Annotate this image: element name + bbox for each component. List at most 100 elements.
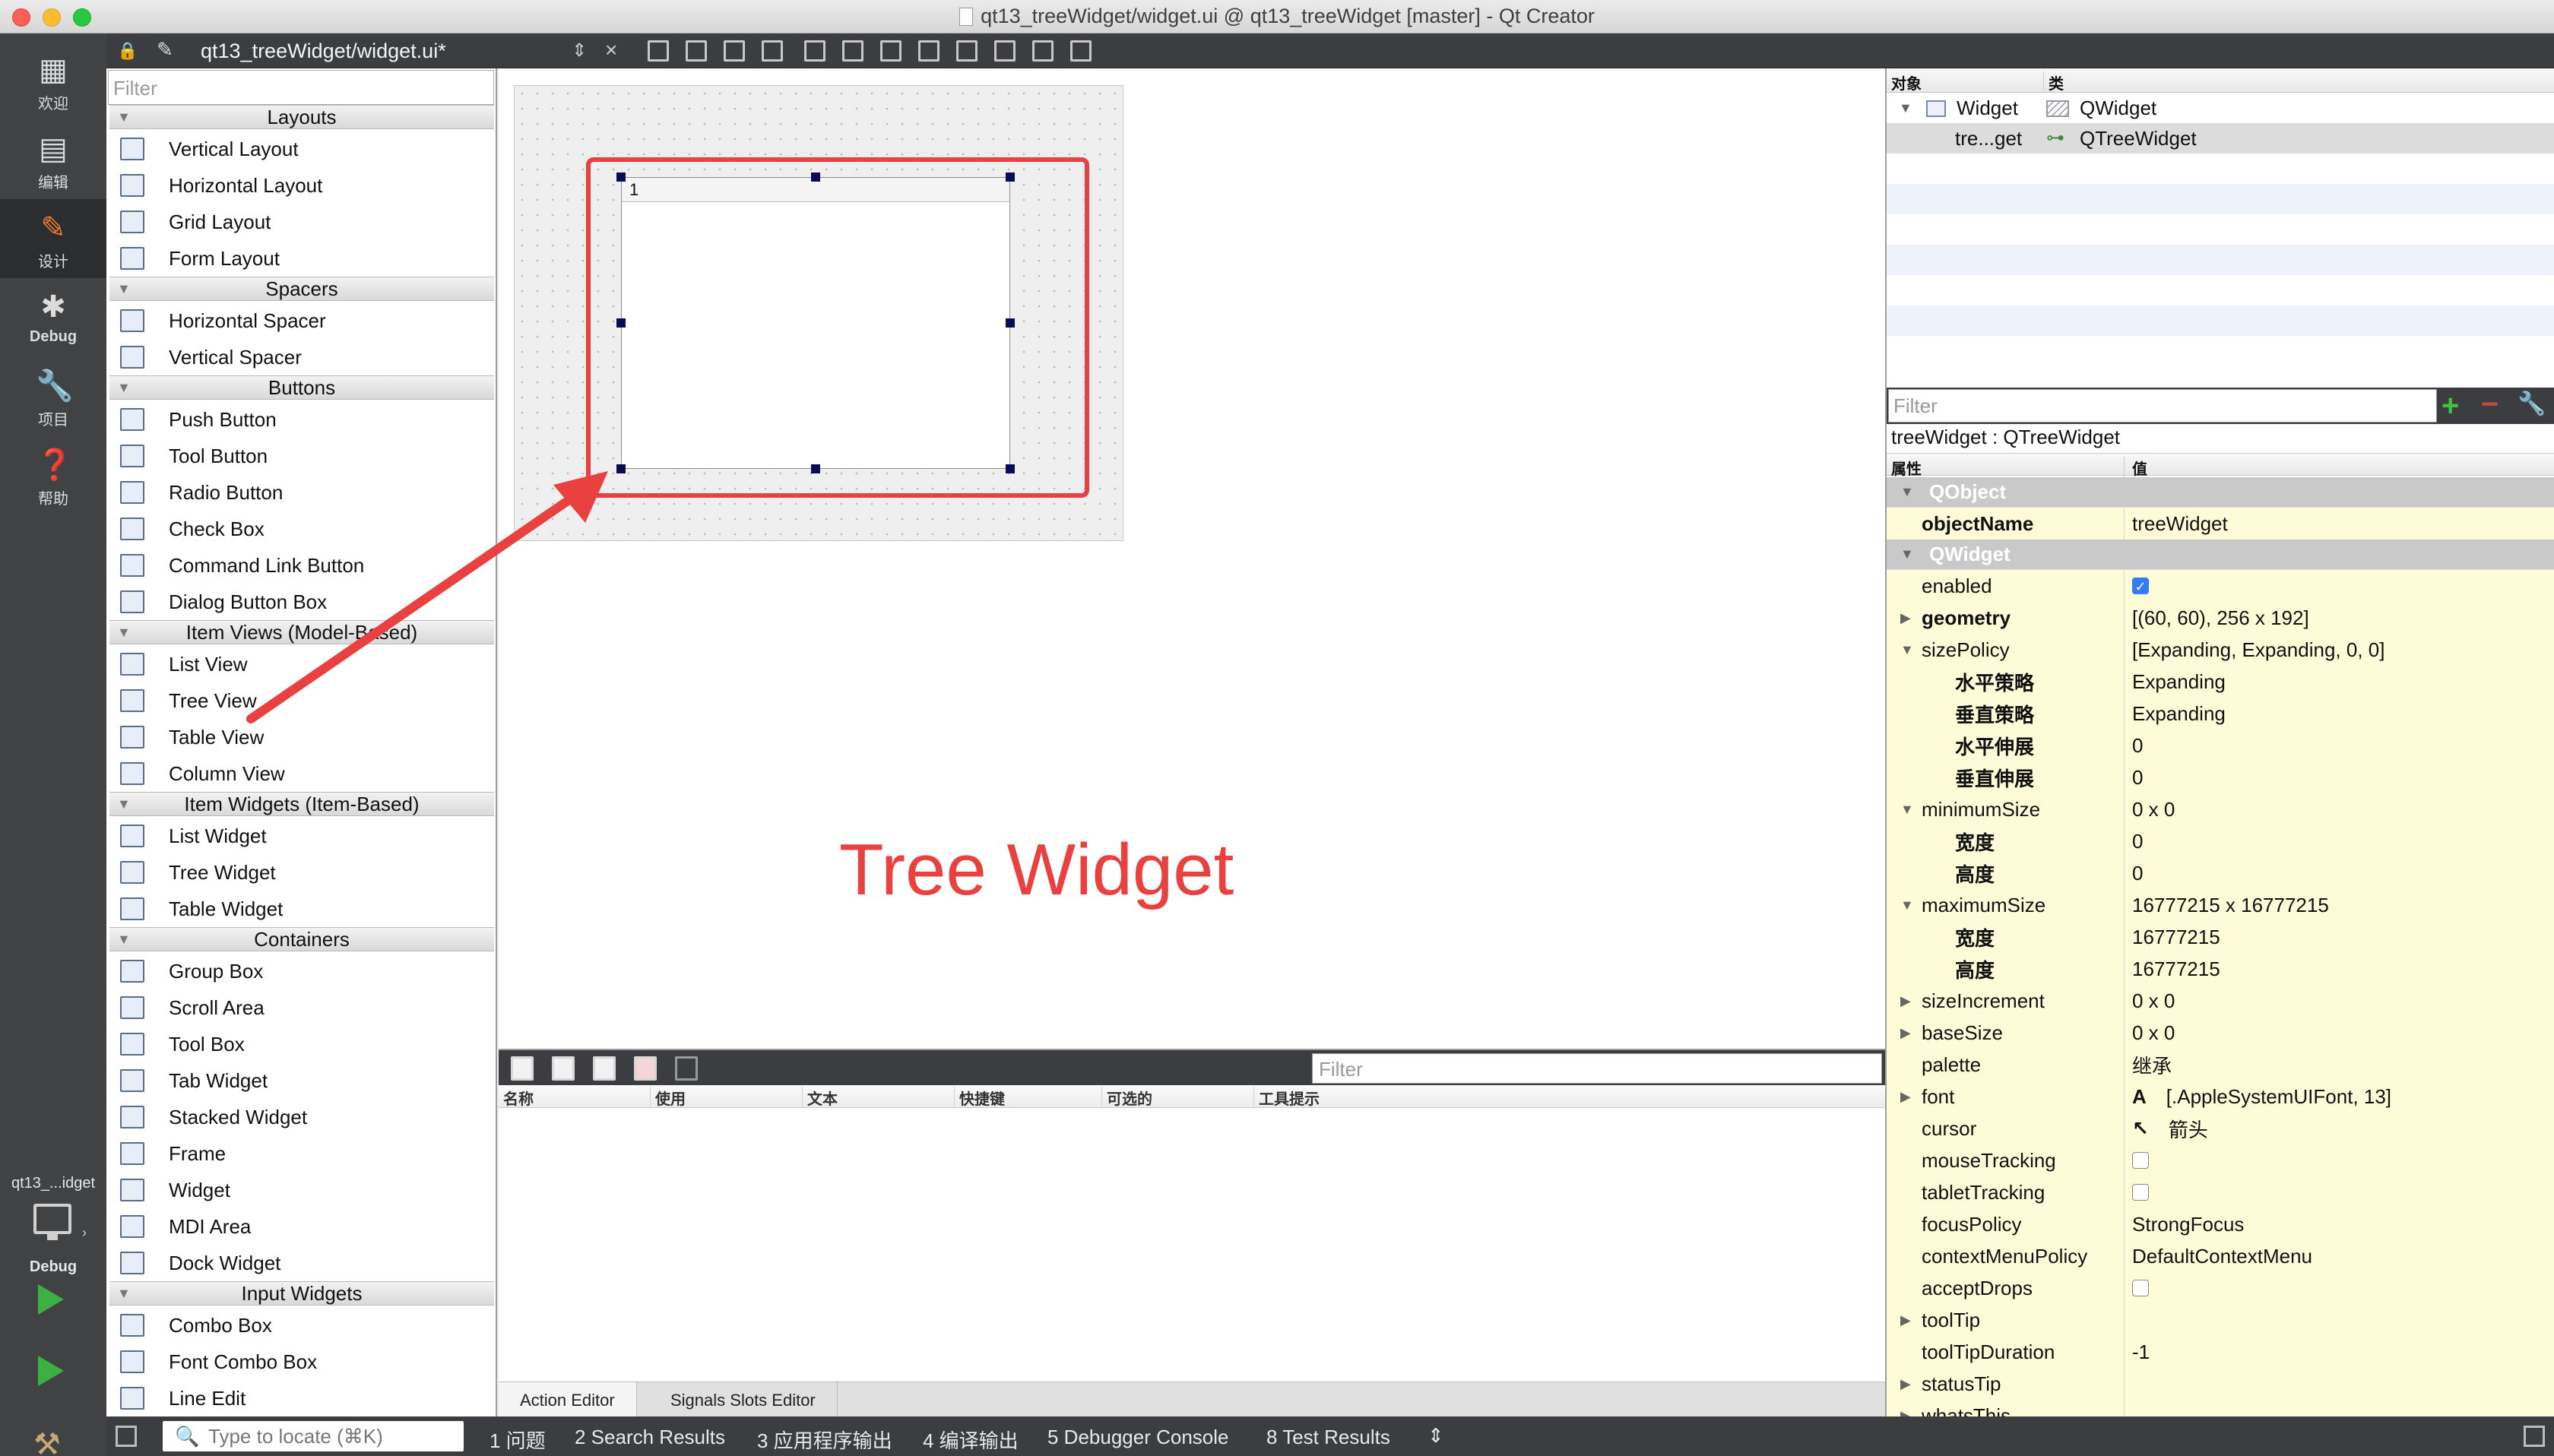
property-row[interactable]: 垂直策略 Expanding xyxy=(1887,698,2554,730)
collapse-arrow-icon[interactable]: ▼ xyxy=(117,277,131,300)
break-layout-icon[interactable] xyxy=(1032,40,1054,62)
property-value[interactable]: [Expanding, Expanding, 0, 0] xyxy=(2124,634,2554,666)
edit-signals-slots-icon[interactable] xyxy=(686,40,707,62)
locator-input[interactable]: 🔍 Type to locate (⌘K) xyxy=(163,1421,464,1451)
form-widget[interactable]: 1 xyxy=(514,85,1123,541)
property-value[interactable]: Expanding xyxy=(2124,666,2554,698)
property-group-qobject[interactable]: ▼ QObject xyxy=(1887,477,2554,508)
layout-h-splitter-icon[interactable] xyxy=(880,40,902,62)
widget-item[interactable]: Font Combo Box xyxy=(109,1344,494,1380)
widget-category-header[interactable]: ▼ Item Widgets (Item-Based) xyxy=(109,792,494,816)
property-value[interactable]: Expanding xyxy=(2124,698,2554,730)
delete-action-icon[interactable] xyxy=(634,1056,657,1081)
tab-signals-slots-editor[interactable]: Signals Slots Editor xyxy=(649,1382,838,1419)
property-value[interactable]: 16777215 xyxy=(2124,921,2554,953)
property-value[interactable]: 0 xyxy=(2124,857,2554,889)
expand-arrow-icon[interactable]: ▶ xyxy=(1900,985,1911,1017)
property-value[interactable] xyxy=(2124,1368,2554,1400)
property-row[interactable]: ▼ minimumSize 0 x 0 xyxy=(1887,793,2554,826)
widget-category-header[interactable]: ▼ Containers xyxy=(109,927,494,951)
expand-arrow-icon[interactable]: ▼ xyxy=(1900,634,1914,666)
property-value[interactable] xyxy=(2124,1272,2554,1304)
property-row[interactable]: ▶ baseSize 0 x 0 xyxy=(1887,1017,2554,1049)
property-row[interactable]: 高度 16777215 xyxy=(1887,953,2554,986)
tab-action-editor[interactable]: Action Editor xyxy=(499,1382,637,1419)
expand-arrow-icon[interactable]: ▼ xyxy=(1899,93,1912,123)
property-value[interactable]: 0 x 0 xyxy=(2124,985,2554,1017)
output-pane-toggle-icon[interactable] xyxy=(2524,1426,2545,1447)
widget-item[interactable]: Scroll Area xyxy=(109,989,494,1026)
property-value[interactable]: A [.AppleSystemUIFont, 13] xyxy=(2124,1081,2554,1113)
collapse-arrow-icon[interactable]: ▼ xyxy=(117,376,131,399)
property-value[interactable]: 0 x 0 xyxy=(2124,1017,2554,1049)
property-row[interactable]: contextMenuPolicy DefaultContextMenu xyxy=(1887,1240,2554,1273)
mode-debug[interactable]: ✱ Debug xyxy=(0,278,106,357)
widget-item[interactable]: Form Layout xyxy=(109,240,494,277)
widget-item[interactable]: Check Box xyxy=(109,511,494,547)
column-header[interactable]: 对象 xyxy=(1891,71,1922,93)
property-row[interactable]: focusPolicy StrongFocus xyxy=(1887,1208,2554,1241)
paste-action-icon[interactable] xyxy=(593,1056,616,1081)
property-value[interactable]: 16777215 xyxy=(2124,953,2554,985)
widget-item[interactable]: Tree View xyxy=(109,682,494,719)
property-row[interactable]: ▶ statusTip xyxy=(1887,1368,2554,1401)
property-row[interactable]: ▶ sizeIncrement 0 x 0 xyxy=(1887,985,2554,1018)
property-row[interactable]: objectName treeWidget xyxy=(1887,508,2554,540)
layout-grid-icon[interactable] xyxy=(994,40,1016,62)
widget-item[interactable]: Radio Button xyxy=(109,474,494,511)
property-checkbox[interactable] xyxy=(2132,1152,2149,1169)
property-row[interactable]: 垂直伸展 0 xyxy=(1887,761,2554,794)
new-action-icon[interactable] xyxy=(511,1056,534,1081)
close-document-icon[interactable]: × xyxy=(605,38,617,62)
widget-item[interactable]: Combo Box xyxy=(109,1307,494,1344)
pane-debugger-console[interactable]: 5 Debugger Console xyxy=(1047,1426,1229,1449)
expand-arrow-icon[interactable]: ▶ xyxy=(1900,1400,1911,1417)
remove-dynamic-property-icon[interactable]: − xyxy=(2481,388,2499,421)
widget-item[interactable]: Line Edit xyxy=(109,1380,494,1416)
collapse-arrow-icon[interactable]: ▼ xyxy=(117,1282,131,1305)
widget-item[interactable]: Tree Widget xyxy=(109,854,494,891)
edit-tab-order-icon[interactable] xyxy=(762,40,783,62)
expand-arrow-icon[interactable]: ▼ xyxy=(1900,889,1914,921)
widget-item[interactable]: Horizontal Layout xyxy=(109,167,494,204)
column-header[interactable]: 属性 xyxy=(1891,457,1922,479)
widget-item[interactable]: Dialog Button Box xyxy=(109,584,494,620)
expand-arrow-icon[interactable]: ▶ xyxy=(1900,1081,1911,1113)
pane-compile-output[interactable]: 4 编译输出 xyxy=(923,1426,1019,1454)
expand-arrow-icon[interactable]: ▼ xyxy=(1900,540,1914,569)
sidebar-toggle-icon[interactable] xyxy=(116,1426,137,1447)
expand-arrow-icon[interactable]: ▶ xyxy=(1900,602,1911,634)
property-row[interactable]: 高度 0 xyxy=(1887,857,2554,890)
configure-wrench-icon[interactable] xyxy=(675,1056,698,1081)
configure-wrench-icon[interactable]: 🔧 xyxy=(2518,391,2546,417)
expand-arrow-icon[interactable]: ▶ xyxy=(1900,1017,1911,1049)
widget-item[interactable]: Command Link Button xyxy=(109,547,494,584)
pane-test-results[interactable]: 8 Test Results xyxy=(1266,1426,1390,1449)
pane-issues[interactable]: 1 问题 xyxy=(490,1426,546,1454)
column-header[interactable]: 文本 xyxy=(803,1087,955,1108)
collapse-arrow-icon[interactable]: ▼ xyxy=(117,793,131,815)
column-header[interactable]: 可选的 xyxy=(1102,1087,1254,1108)
widget-item[interactable]: Stacked Widget xyxy=(109,1099,494,1135)
property-value[interactable]: 0 xyxy=(2124,761,2554,793)
widget-item[interactable]: Horizontal Spacer xyxy=(109,302,494,339)
tree-row-treewidget[interactable]: tre...get ⊶ QTreeWidget xyxy=(1887,123,2554,154)
property-value[interactable]: 0 x 0 xyxy=(2124,793,2554,825)
layout-horizontal-icon[interactable] xyxy=(804,40,825,62)
column-header[interactable]: 名称 xyxy=(499,1087,651,1108)
design-canvas[interactable]: 1 Tree Widget xyxy=(499,68,1885,1049)
widget-item[interactable]: Tab Widget xyxy=(109,1062,494,1099)
property-row[interactable]: ▼ sizePolicy [Expanding, Expanding, 0, 0] xyxy=(1887,634,2554,666)
property-row[interactable]: 水平伸展 0 xyxy=(1887,730,2554,762)
debug-run-button[interactable] xyxy=(38,1356,64,1386)
widget-item[interactable]: Frame xyxy=(109,1135,494,1172)
property-filter-input[interactable]: Filter xyxy=(1888,389,2437,423)
property-value[interactable] xyxy=(2124,1176,2554,1208)
expand-arrow-icon[interactable]: ▶ xyxy=(1900,1368,1911,1400)
property-value[interactable]: 16777215 x 16777215 xyxy=(2124,889,2554,921)
property-row[interactable]: ▶ whatsThis xyxy=(1887,1400,2554,1416)
property-value[interactable] xyxy=(2124,1144,2554,1176)
kit-selector-label[interactable]: qt13_...idget xyxy=(0,1175,106,1192)
property-row[interactable]: 宽度 16777215 xyxy=(1887,921,2554,954)
property-row[interactable]: toolTipDuration -1 xyxy=(1887,1336,2554,1369)
